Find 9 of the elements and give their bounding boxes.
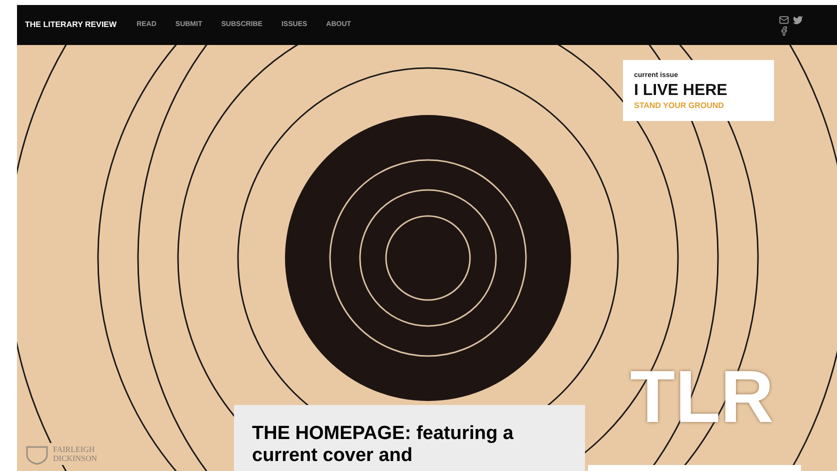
mail-icon[interactable]	[779, 15, 789, 25]
university-name: DICKINSON	[53, 454, 97, 463]
twitter-icon[interactable]	[793, 15, 803, 25]
issue-title: I LIVE HERE	[634, 82, 728, 100]
facebook-icon[interactable]	[779, 26, 789, 36]
university-name: FAIRLEIGH	[53, 445, 96, 454]
issue-subtitle: STAND YOUR GROUND	[634, 100, 725, 112]
caption-text: THE HOMEPAGE: featuring a current cover and	[252, 423, 514, 467]
brand-link[interactable]: THE LITERARY REVIEW	[25, 19, 117, 31]
